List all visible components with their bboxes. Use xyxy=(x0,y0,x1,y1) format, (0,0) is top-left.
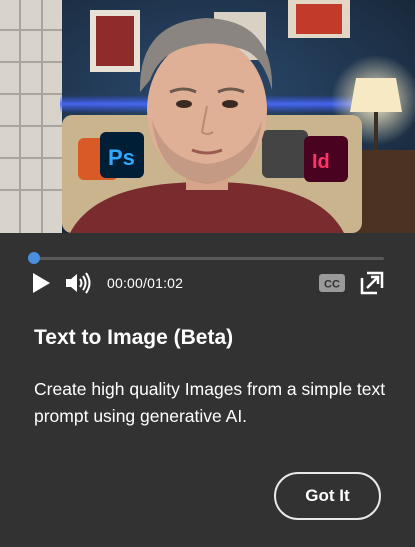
closed-captions-button[interactable]: CC xyxy=(318,272,346,294)
play-button[interactable] xyxy=(30,272,52,294)
picture-in-picture-icon xyxy=(360,271,384,295)
volume-icon xyxy=(66,272,91,294)
picture-in-picture-button[interactable] xyxy=(358,270,386,296)
video-player[interactable]: Ps Id xyxy=(0,0,415,233)
svg-text:Ps: Ps xyxy=(108,145,135,170)
video-timecode: 00:00/01:02 xyxy=(107,275,184,291)
svg-text:Id: Id xyxy=(312,151,330,173)
play-icon xyxy=(33,273,50,293)
svg-text:CC: CC xyxy=(324,279,340,291)
video-thumbnail: Ps Id xyxy=(0,0,415,233)
closed-captions-icon: CC xyxy=(319,274,345,292)
video-progress-bar[interactable] xyxy=(34,257,384,260)
got-it-button[interactable]: Got It xyxy=(274,472,381,520)
panel-description: Create high quality Images from a simple… xyxy=(34,379,386,426)
volume-button[interactable] xyxy=(65,272,93,294)
video-progress-handle[interactable] xyxy=(28,252,40,264)
panel-title: Text to Image (Beta) xyxy=(34,326,234,349)
